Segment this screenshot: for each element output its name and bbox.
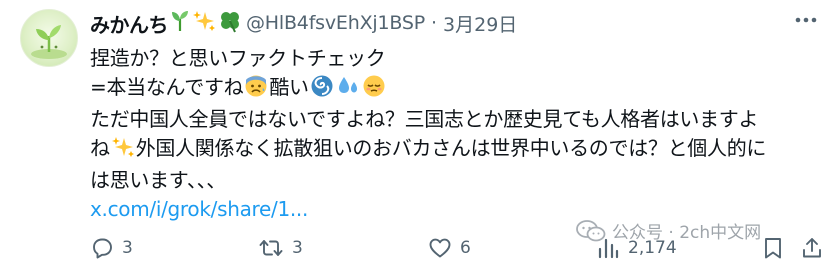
retweet-button[interactable]: 3	[258, 236, 303, 260]
like-button[interactable]: 6	[428, 236, 471, 260]
tweet-line-4-start: ね	[90, 135, 110, 160]
display-name[interactable]: みかんち	[90, 9, 169, 38]
retweet-icon	[259, 240, 283, 256]
relieved-face-icon	[362, 74, 386, 106]
share-button[interactable]	[800, 236, 824, 260]
sprout-icon	[170, 10, 190, 36]
avatar[interactable]	[20, 9, 78, 67]
sparkles-icon	[192, 9, 216, 37]
sparkles-icon	[111, 135, 135, 167]
anxious-face-icon	[244, 74, 268, 106]
tweet-line-4-rest: 外国人関係なく拡散狙いのおバカさんは世界中いるのでは？と個人的に	[135, 135, 767, 160]
reply-icon	[93, 238, 112, 259]
tweet[interactable]: みかんち @HlB4fsvEhXj1BSP · 3月29日 捏造か？と思いファク…	[0, 0, 834, 271]
cyclone-icon	[310, 74, 334, 106]
tweet-line-1: 捏造か？と思いファクトチェック	[90, 46, 386, 70]
sweat-droplets-icon	[336, 74, 360, 106]
tweet-line-5: は思います、、、	[90, 168, 226, 192]
tweet-line-2-text: =本当なんですね	[90, 74, 244, 99]
header-separator: ·	[430, 12, 438, 34]
like-count: 6	[460, 238, 471, 258]
tweet-header: みかんち @HlB4fsvEhXj1BSP · 3月29日	[90, 8, 517, 38]
more-options-icon[interactable]	[792, 10, 820, 30]
reply-count: 3	[122, 238, 133, 258]
clover-icon	[218, 9, 242, 37]
tweet-line-2-word: 酷い	[269, 74, 309, 99]
tweet-date[interactable]: 3月29日	[443, 10, 517, 37]
retweet-count: 3	[292, 238, 303, 258]
view-count: 2,174	[628, 238, 677, 258]
heart-icon	[429, 238, 451, 258]
tweet-line-2: =本当なんですね 酷い	[90, 73, 825, 106]
bookmark-icon	[765, 238, 781, 259]
bookmark-button[interactable]	[762, 236, 784, 260]
tweet-line-4: ね 外国人関係なく拡散狙いのおバカさんは世界中いるのでは？と個人的に	[90, 134, 825, 167]
avatar-sprout-icon	[31, 25, 67, 59]
reply-button[interactable]: 3	[90, 236, 133, 260]
user-handle[interactable]: @HlB4fsvEhXj1BSP	[246, 12, 425, 34]
views-button[interactable]: 2,174	[596, 236, 677, 260]
tweet-text: 捏造か？と思いファクトチェック =本当なんですね 酷い ただ中国人全員ではないで…	[90, 44, 825, 223]
views-bar-chart-icon	[598, 238, 619, 259]
share-icon	[803, 238, 821, 258]
tweet-actions: 3 3 6 2,174	[90, 236, 825, 266]
tweet-line-3: ただ中国人全員ではないですよね？三国志とか歴史見ても人格者はいますよ	[90, 107, 759, 131]
